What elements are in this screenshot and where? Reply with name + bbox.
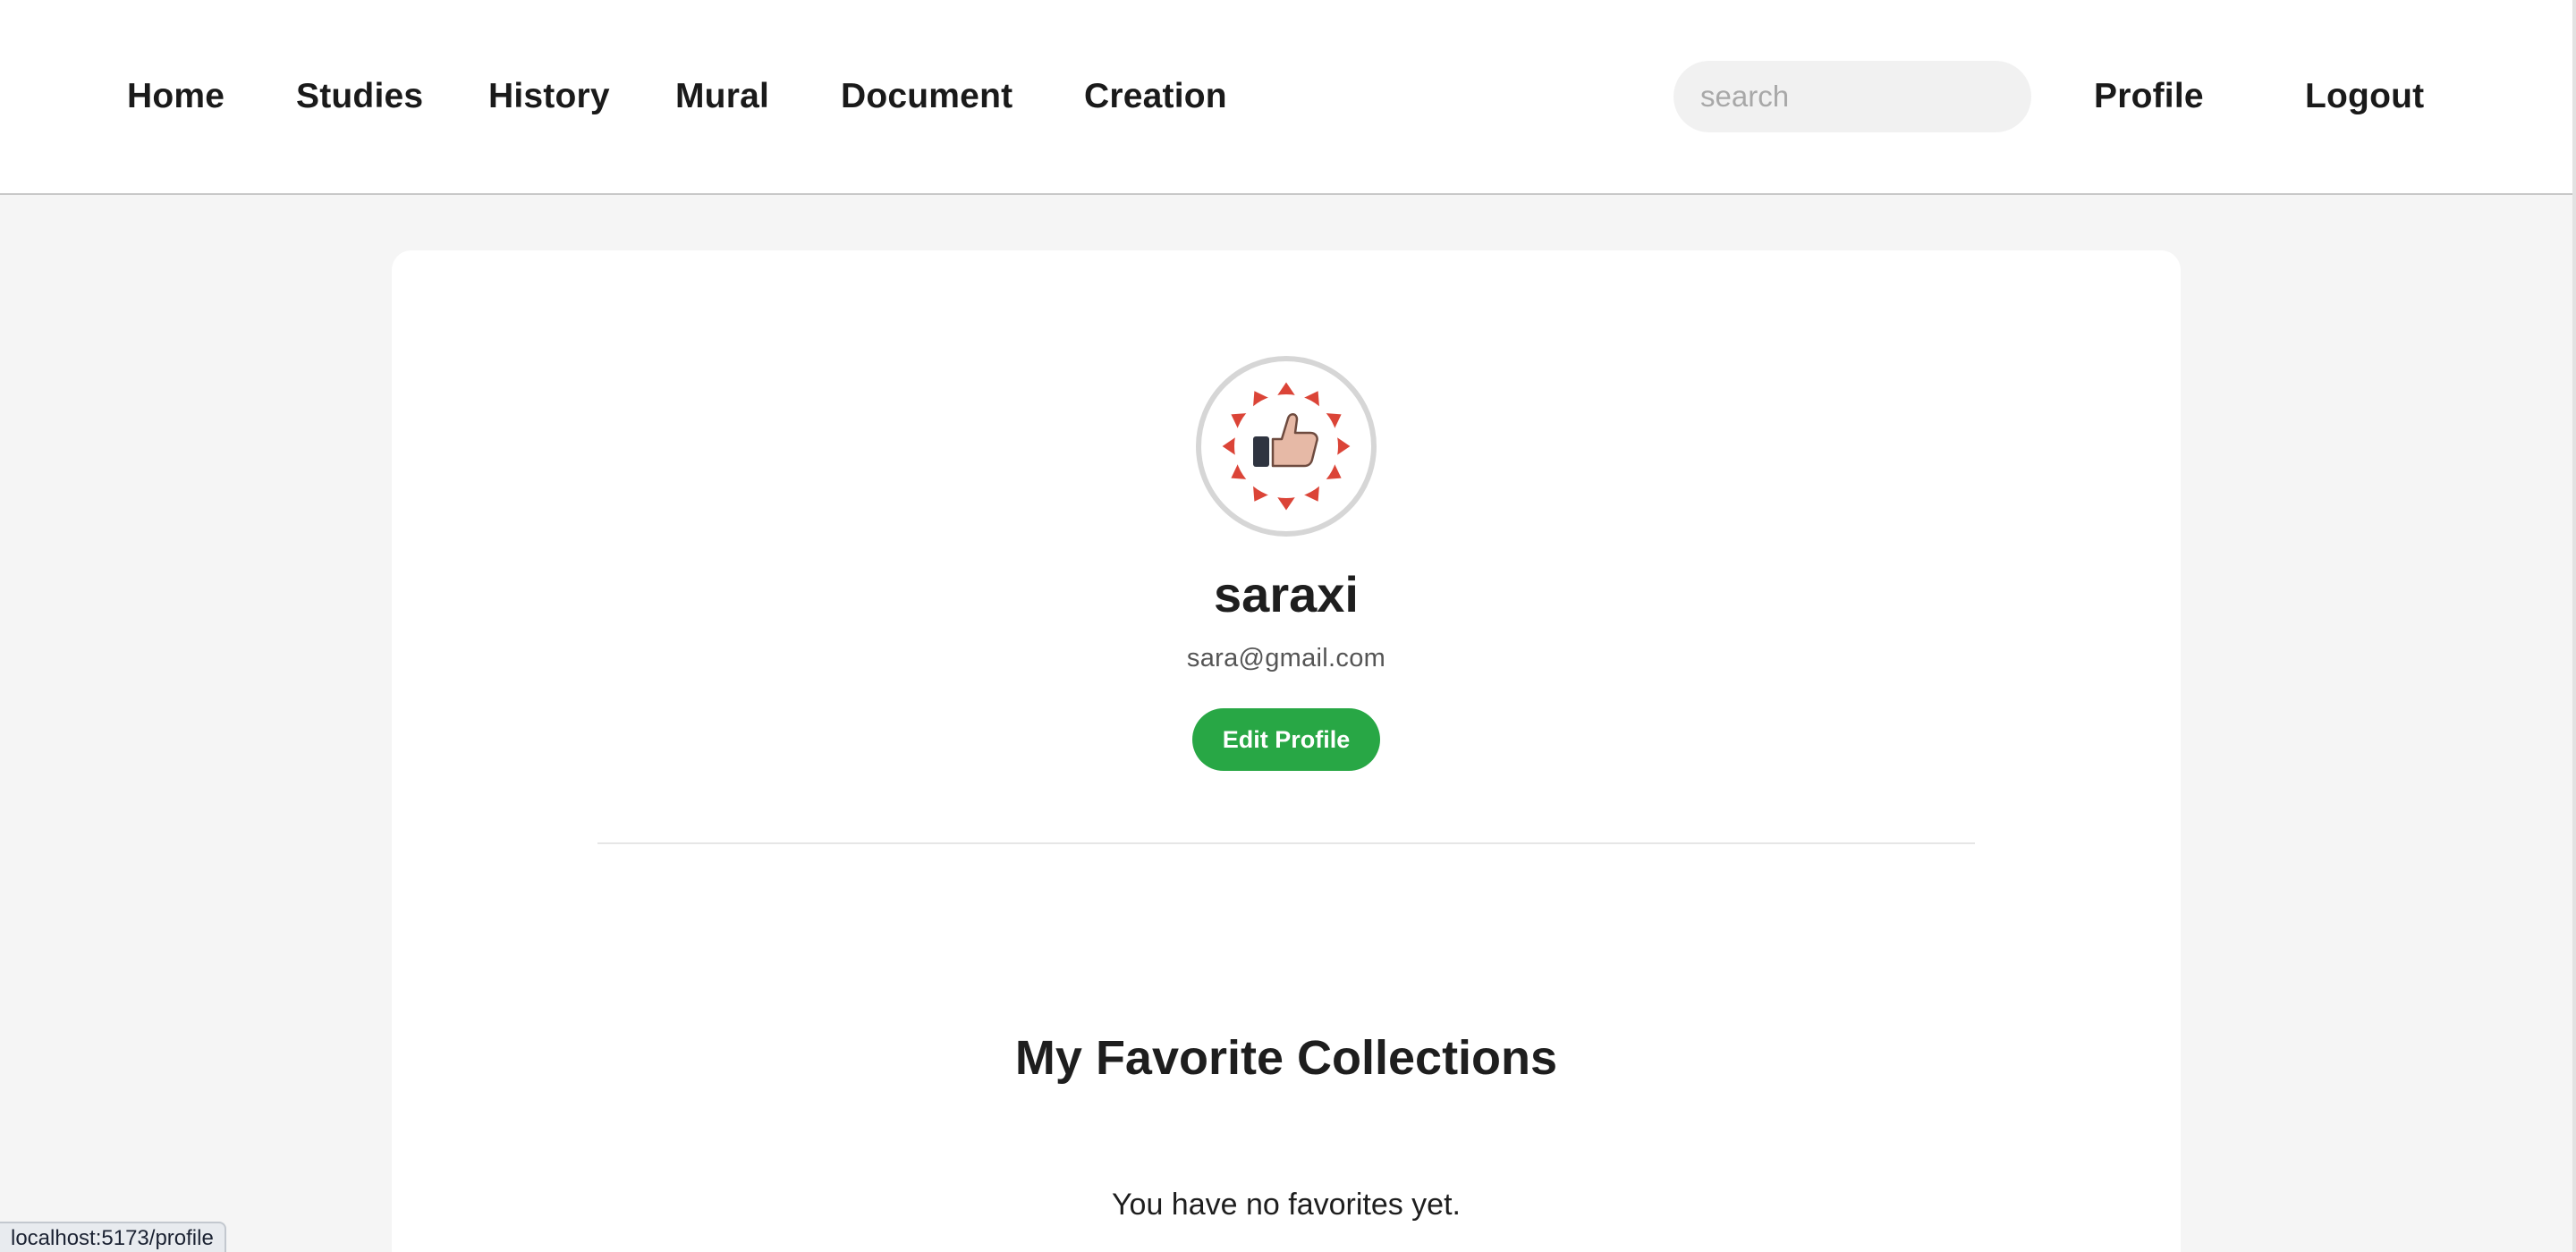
nav-link-studies[interactable]: Studies — [296, 72, 423, 122]
favorites-heading: My Favorite Collections — [1014, 1031, 1558, 1085]
avatar — [1196, 356, 1377, 537]
search-input[interactable] — [1674, 61, 2031, 132]
nav-link-profile[interactable]: Profile — [2094, 72, 2204, 122]
nav-link-history[interactable]: History — [488, 72, 610, 122]
nav-link-mural[interactable]: Mural — [675, 72, 769, 122]
profile-email: sara@gmail.com — [1186, 644, 1386, 673]
profile-card: saraxi sara@gmail.com Edit Profile My Fa… — [392, 250, 2181, 1252]
section-divider — [597, 842, 1975, 844]
nav-link-creation[interactable]: Creation — [1084, 72, 1227, 122]
logout-button[interactable]: Logout — [2305, 72, 2424, 122]
profile-username: saraxi — [1214, 566, 1359, 622]
status-bar-url: localhost:5173/profile — [0, 1222, 226, 1252]
edit-profile-button[interactable]: Edit Profile — [1192, 708, 1380, 771]
page: Home Studies History Mural Document Crea… — [0, 0, 2576, 1252]
favorites-empty-message: You have no favorites yet. — [1111, 1188, 1461, 1222]
window-edge — [2572, 0, 2576, 1252]
thumbs-up-badge-icon — [1196, 356, 1377, 537]
top-navbar: Home Studies History Mural Document Crea… — [0, 0, 2576, 195]
nav-link-document[interactable]: Document — [841, 72, 1013, 122]
nav-link-home[interactable]: Home — [127, 72, 225, 122]
